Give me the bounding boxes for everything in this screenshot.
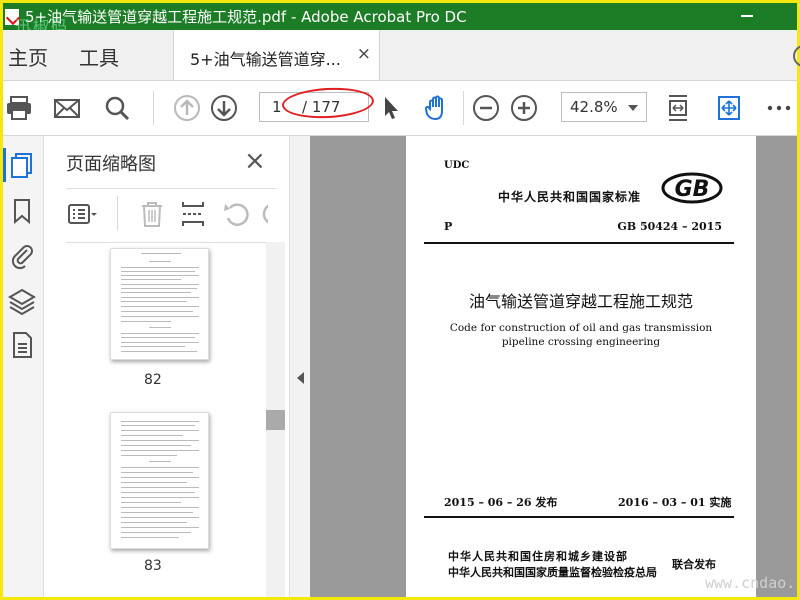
tab-document-label: 5+油气输送管道穿...	[190, 50, 341, 69]
document-view[interactable]: UDC 中华人民共和国国家标准 GB P GB 50424 – 2015 油气输…	[310, 136, 797, 597]
zoom-in-icon[interactable]	[510, 94, 538, 122]
bookmark-icon[interactable]	[7, 196, 37, 226]
tab-document[interactable]: 5+油气输送管道穿... ×	[173, 30, 380, 80]
zoom-dropdown[interactable]: 42.8%	[561, 92, 647, 122]
page-thumbnails-panel: 页面缩略图 × 82 83	[44, 136, 288, 597]
tab-home[interactable]: 主页	[8, 42, 48, 71]
english-title-line-1: Code for construction of oil and gas tra…	[449, 322, 713, 334]
main-toolbar: 1 / 177 42.8%	[3, 81, 797, 136]
hand-tool-icon[interactable]	[423, 94, 451, 122]
p-label: P	[444, 220, 453, 233]
issuing-organization-1: 中华人民共和国住房和城乡建设部	[448, 550, 628, 563]
page-thumbnail-83[interactable]	[110, 412, 209, 549]
fit-page-icon[interactable]	[664, 94, 692, 122]
page-thumbnails-icon[interactable]	[7, 150, 37, 180]
panel-divider	[66, 242, 276, 243]
effective-date: 2016 – 03 – 01 实施	[618, 496, 732, 509]
toolbar-divider	[463, 91, 464, 125]
chevron-down-icon	[628, 105, 638, 111]
tab-bar: 主页 工具 5+油气输送管道穿... ×	[3, 30, 800, 81]
header-rule	[424, 242, 734, 244]
close-panel-icon[interactable]: ×	[244, 146, 266, 176]
collapse-panel-icon[interactable]	[297, 372, 304, 384]
window-title: 5+油气输送管道穿越工程施工规范.pdf - Adobe Acrobat Pro…	[25, 8, 467, 26]
footer-rule	[424, 516, 734, 518]
joint-publication-label: 联合发布	[672, 558, 716, 571]
standard-number: GB 50424 – 2015	[617, 220, 722, 233]
page-thumbnail-82[interactable]	[110, 248, 209, 360]
scrollbar-thumb[interactable]	[266, 410, 285, 430]
panel-toolbar-divider	[117, 196, 118, 230]
issuing-organization-2: 中华人民共和国国家质量监督检验检疫总局	[448, 566, 657, 579]
document-title: 油气输送管道穿越工程施工规范	[468, 292, 693, 311]
print-icon[interactable]	[5, 94, 33, 122]
issue-date: 2015 – 06 – 26 发布	[444, 496, 558, 509]
left-navigation-rail	[3, 136, 44, 597]
site-watermark: www.cndao.	[705, 574, 796, 592]
add-tab-icon[interactable]	[793, 45, 800, 67]
attachment-icon[interactable]	[7, 240, 37, 270]
gb-logo-icon: GB	[661, 172, 723, 204]
panel-title: 页面缩略图	[66, 154, 156, 175]
rotate-right-icon[interactable]	[258, 198, 268, 230]
panel-splitter[interactable]	[289, 136, 310, 597]
previous-page-icon[interactable]	[173, 94, 201, 122]
thumbnail-options-icon[interactable]	[66, 198, 98, 230]
standard-heading: 中华人民共和国国家标准	[498, 190, 642, 204]
title-bar: 5+油气输送管道穿越工程施工规范.pdf - Adobe Acrobat Pro…	[3, 3, 797, 36]
search-icon[interactable]	[103, 94, 131, 122]
english-title-line-2: pipeline crossing engineering	[501, 336, 661, 348]
full-screen-icon[interactable]	[715, 94, 743, 122]
rotate-left-icon[interactable]	[220, 198, 252, 230]
thumbnail-label: 82	[144, 372, 162, 388]
insert-page-icon[interactable]	[177, 198, 209, 230]
current-page[interactable]: 1	[272, 98, 282, 116]
tab-tools[interactable]: 工具	[79, 42, 119, 71]
panel-divider	[66, 188, 276, 189]
minimize-icon[interactable]	[741, 15, 753, 17]
select-cursor-icon[interactable]	[377, 94, 405, 122]
close-tab-icon[interactable]: ×	[357, 44, 371, 64]
next-page-icon[interactable]	[210, 94, 238, 122]
zoom-value: 42.8%	[570, 98, 618, 116]
thumbnail-scrollbar[interactable]	[266, 242, 285, 597]
delete-page-icon[interactable]	[136, 198, 168, 230]
active-indicator	[3, 148, 6, 182]
email-icon[interactable]	[53, 94, 81, 122]
layers-icon[interactable]	[7, 286, 37, 316]
zoom-out-icon[interactable]	[472, 94, 500, 122]
udc-label: UDC	[444, 160, 470, 171]
pdf-page: UDC 中华人民共和国国家标准 GB P GB 50424 – 2015 油气输…	[406, 136, 756, 597]
more-options-icon[interactable]	[765, 94, 793, 122]
toolbar-divider	[153, 91, 154, 125]
document-properties-icon[interactable]	[7, 330, 37, 360]
svg-text:GB: GB	[675, 177, 710, 202]
thumbnail-label: 83	[144, 558, 162, 574]
